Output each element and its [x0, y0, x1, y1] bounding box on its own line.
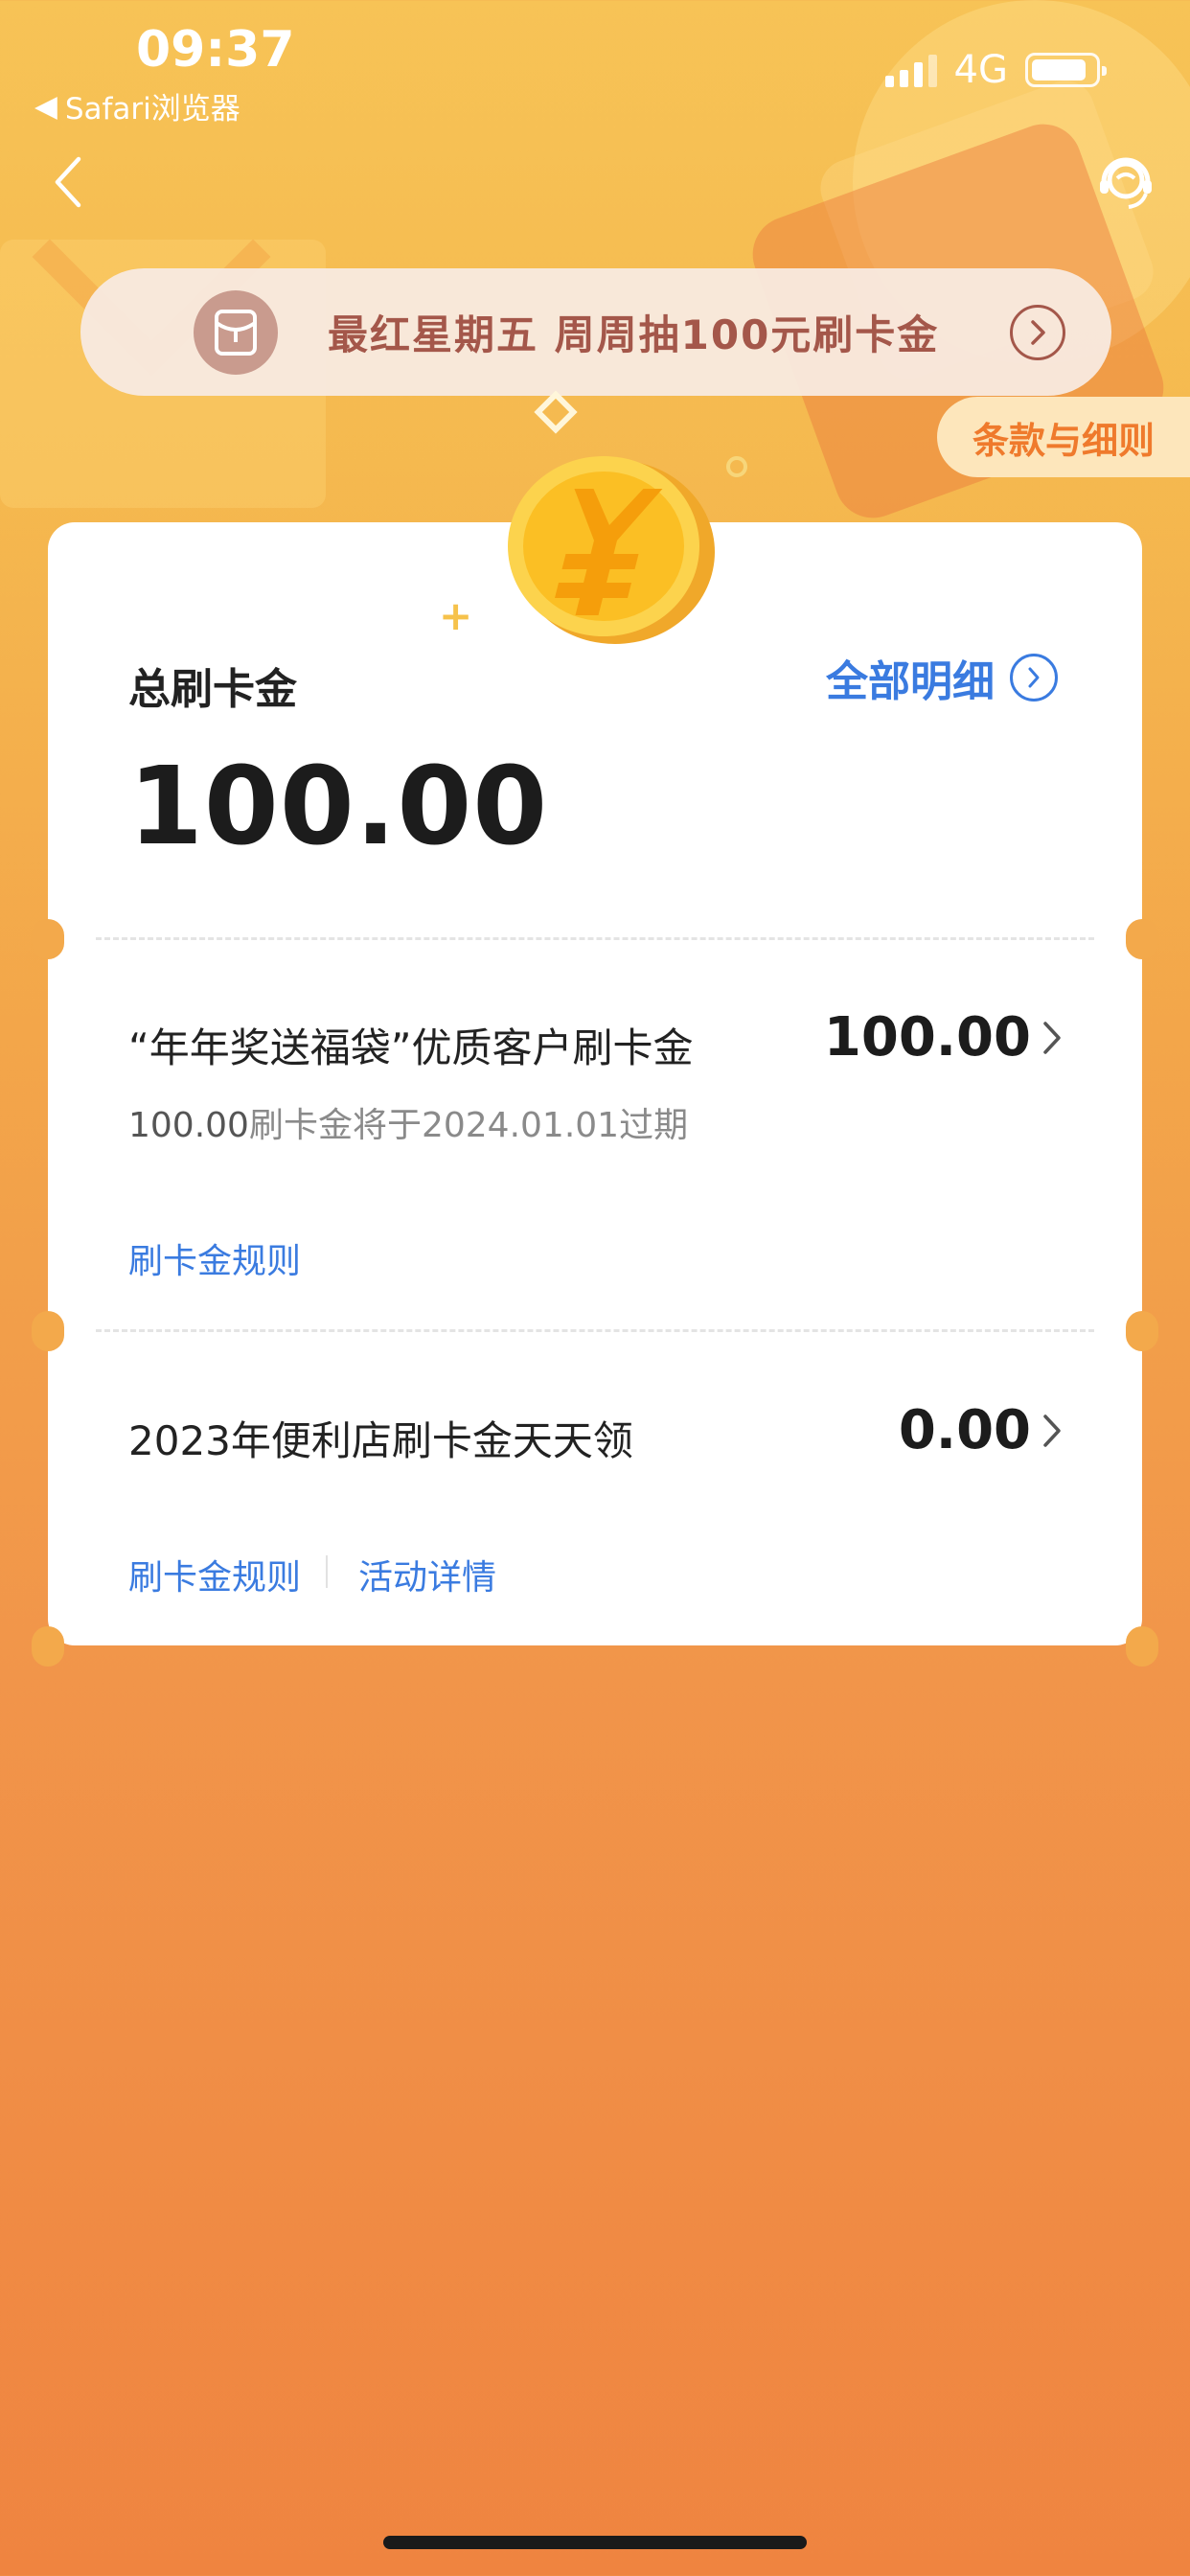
expiry-text: 刷卡金将于2024.01.01过期 [248, 1106, 689, 1145]
item-amount-value: 0.00 [898, 1399, 1031, 1461]
card-balance-panel: 总刷卡金 全部明细 100.00 “年年奖送福袋”优质客户刷卡金 100.00 … [32, 522, 1158, 1667]
sparkle-plus-decoration: + [439, 592, 473, 639]
rules-link[interactable]: 刷卡金规则 [128, 1550, 301, 1599]
back-triangle-icon: ◀ [34, 88, 57, 124]
promo-text: 最红星期五 周周抽100元刷卡金 [328, 311, 940, 358]
ticket-notch [1126, 919, 1158, 959]
ticket-notch [1126, 1311, 1158, 1351]
red-envelope-icon [194, 289, 278, 375]
ticket-notch [32, 919, 64, 959]
ticket-notch [32, 1311, 64, 1351]
home-indicator [383, 2536, 807, 2549]
status-back-app-label: Safari浏览器 [64, 92, 240, 126]
status-time: 09:37 [136, 21, 295, 79]
item-title[interactable]: “年年奖送福袋”优质客户刷卡金 [128, 1016, 694, 1074]
item-expiry: 100.00刷卡金将于2024.01.01过期 [128, 1097, 688, 1147]
link-separator [326, 1555, 328, 1588]
promo-banner[interactable]: 最红星期五 周周抽100元刷卡金 [80, 268, 1111, 396]
rules-link[interactable]: 刷卡金规则 [128, 1233, 301, 1283]
chevron-right-icon [1043, 1414, 1061, 1447]
total-label: 总刷卡金 [128, 665, 297, 714]
status-back-to-app[interactable]: ◀ Safari浏览器 [34, 84, 240, 127]
item-amount[interactable]: 100.00 [824, 1006, 1064, 1069]
ticket-notch [32, 1626, 64, 1667]
chevron-right-icon [1043, 1021, 1061, 1054]
battery-icon [1025, 53, 1107, 87]
activity-details-link[interactable]: 活动详情 [358, 1550, 496, 1599]
coin-icon [508, 456, 715, 644]
all-details-label: 全部明细 [826, 657, 995, 706]
sparkle-decoration [534, 390, 578, 434]
dashed-divider [96, 937, 1094, 940]
item-amount-value: 100.00 [823, 1006, 1031, 1069]
sparkle-ring-decoration [726, 456, 747, 477]
chevron-right-circle-icon [1010, 654, 1058, 702]
customer-service-button[interactable] [1096, 153, 1156, 213]
expiry-amount: 100.00 [128, 1106, 249, 1145]
back-button[interactable] [50, 153, 88, 211]
all-details-link[interactable]: 全部明细 [826, 647, 1058, 708]
customer-service-icon [1100, 157, 1152, 209]
terms-link[interactable]: 条款与细则 [937, 397, 1190, 477]
chevron-right-circle-icon [1010, 304, 1065, 360]
item-amount[interactable]: 0.00 [899, 1399, 1064, 1461]
dashed-divider [96, 1329, 1094, 1332]
item-title[interactable]: 2023年便利店刷卡金天天领 [128, 1409, 633, 1467]
total-amount: 100.00 [128, 745, 549, 869]
signal-icon [884, 53, 937, 87]
chevron-left-icon [55, 156, 81, 208]
status-indicators: 4G [884, 48, 1107, 92]
network-type: 4G [953, 48, 1008, 92]
ticket-notch [1126, 1626, 1158, 1667]
